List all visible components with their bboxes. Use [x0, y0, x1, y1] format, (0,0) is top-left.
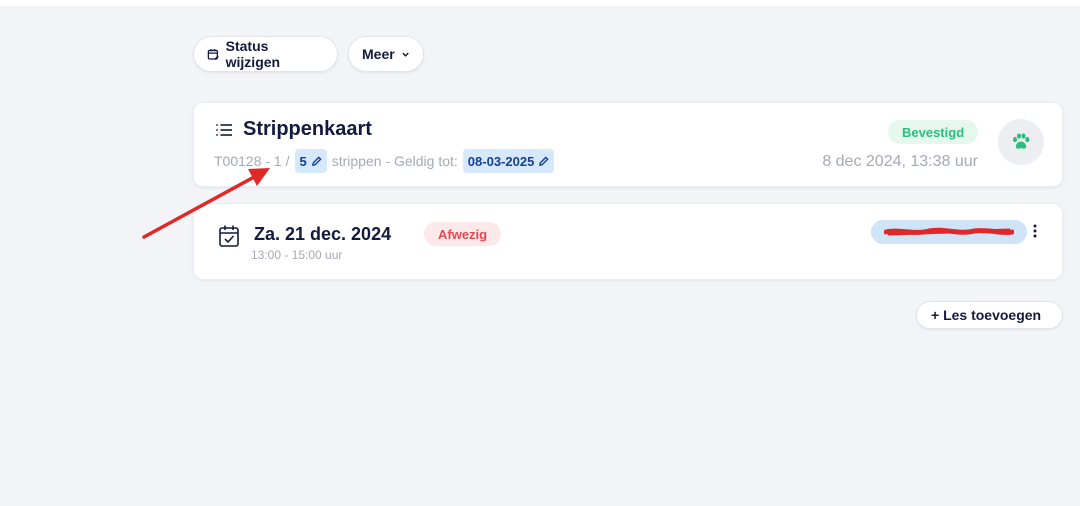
strips-count: 5 — [299, 153, 307, 169]
pass-card[interactable]: Strippenkaart T00128 - 1 / 5 strippen - … — [193, 102, 1063, 187]
pencil-icon — [311, 155, 322, 166]
pass-title: Strippenkaart — [243, 118, 372, 140]
more-label: Meer — [362, 46, 395, 62]
more-button[interactable]: Meer — [348, 36, 424, 72]
add-lesson-label: + Les toevoegen — [931, 307, 1042, 323]
valid-until-date: 08-03-2025 — [467, 153, 535, 169]
list-icon — [216, 124, 232, 136]
attendance-badge: Afwezig — [424, 222, 502, 246]
status-change-button[interactable]: Status wijzigen — [193, 36, 338, 72]
status-badge: Bevestigd — [888, 120, 979, 144]
strips-edit-chip[interactable]: 5 — [294, 149, 327, 173]
lesson-time: 13:00 - 15:00 uur — [251, 248, 343, 262]
kebab-menu-icon[interactable] — [1032, 224, 1038, 238]
instructor-pill[interactable] — [871, 220, 1027, 244]
pass-code: T00128 - 1 / — [214, 153, 290, 169]
lesson-card[interactable]: Za. 21 dec. 2024 13:00 - 15:00 uur Afwez… — [193, 203, 1063, 280]
avatar[interactable] — [998, 119, 1044, 165]
strips-suffix: strippen - Geldig tot: — [331, 153, 458, 169]
redaction-mark — [884, 227, 1014, 236]
pass-details: T00128 - 1 / 5 strippen - Geldig tot: 08… — [214, 149, 555, 173]
calendar-check-icon — [219, 225, 239, 247]
add-lesson-button[interactable]: + Les toevoegen — [916, 301, 1063, 329]
status-change-label: Status wijzigen — [225, 38, 281, 70]
calendar-edit-icon — [207, 48, 219, 60]
lesson-date: Za. 21 dec. 2024 — [254, 224, 392, 244]
valid-until-edit-chip[interactable]: 08-03-2025 — [462, 149, 555, 173]
pencil-icon — [539, 155, 549, 166]
chevron-down-icon — [401, 52, 409, 57]
created-timestamp: 8 dec 2024, 13:38 uur — [822, 153, 978, 170]
paw-icon — [1013, 133, 1030, 149]
top-strip — [0, 0, 1080, 6]
